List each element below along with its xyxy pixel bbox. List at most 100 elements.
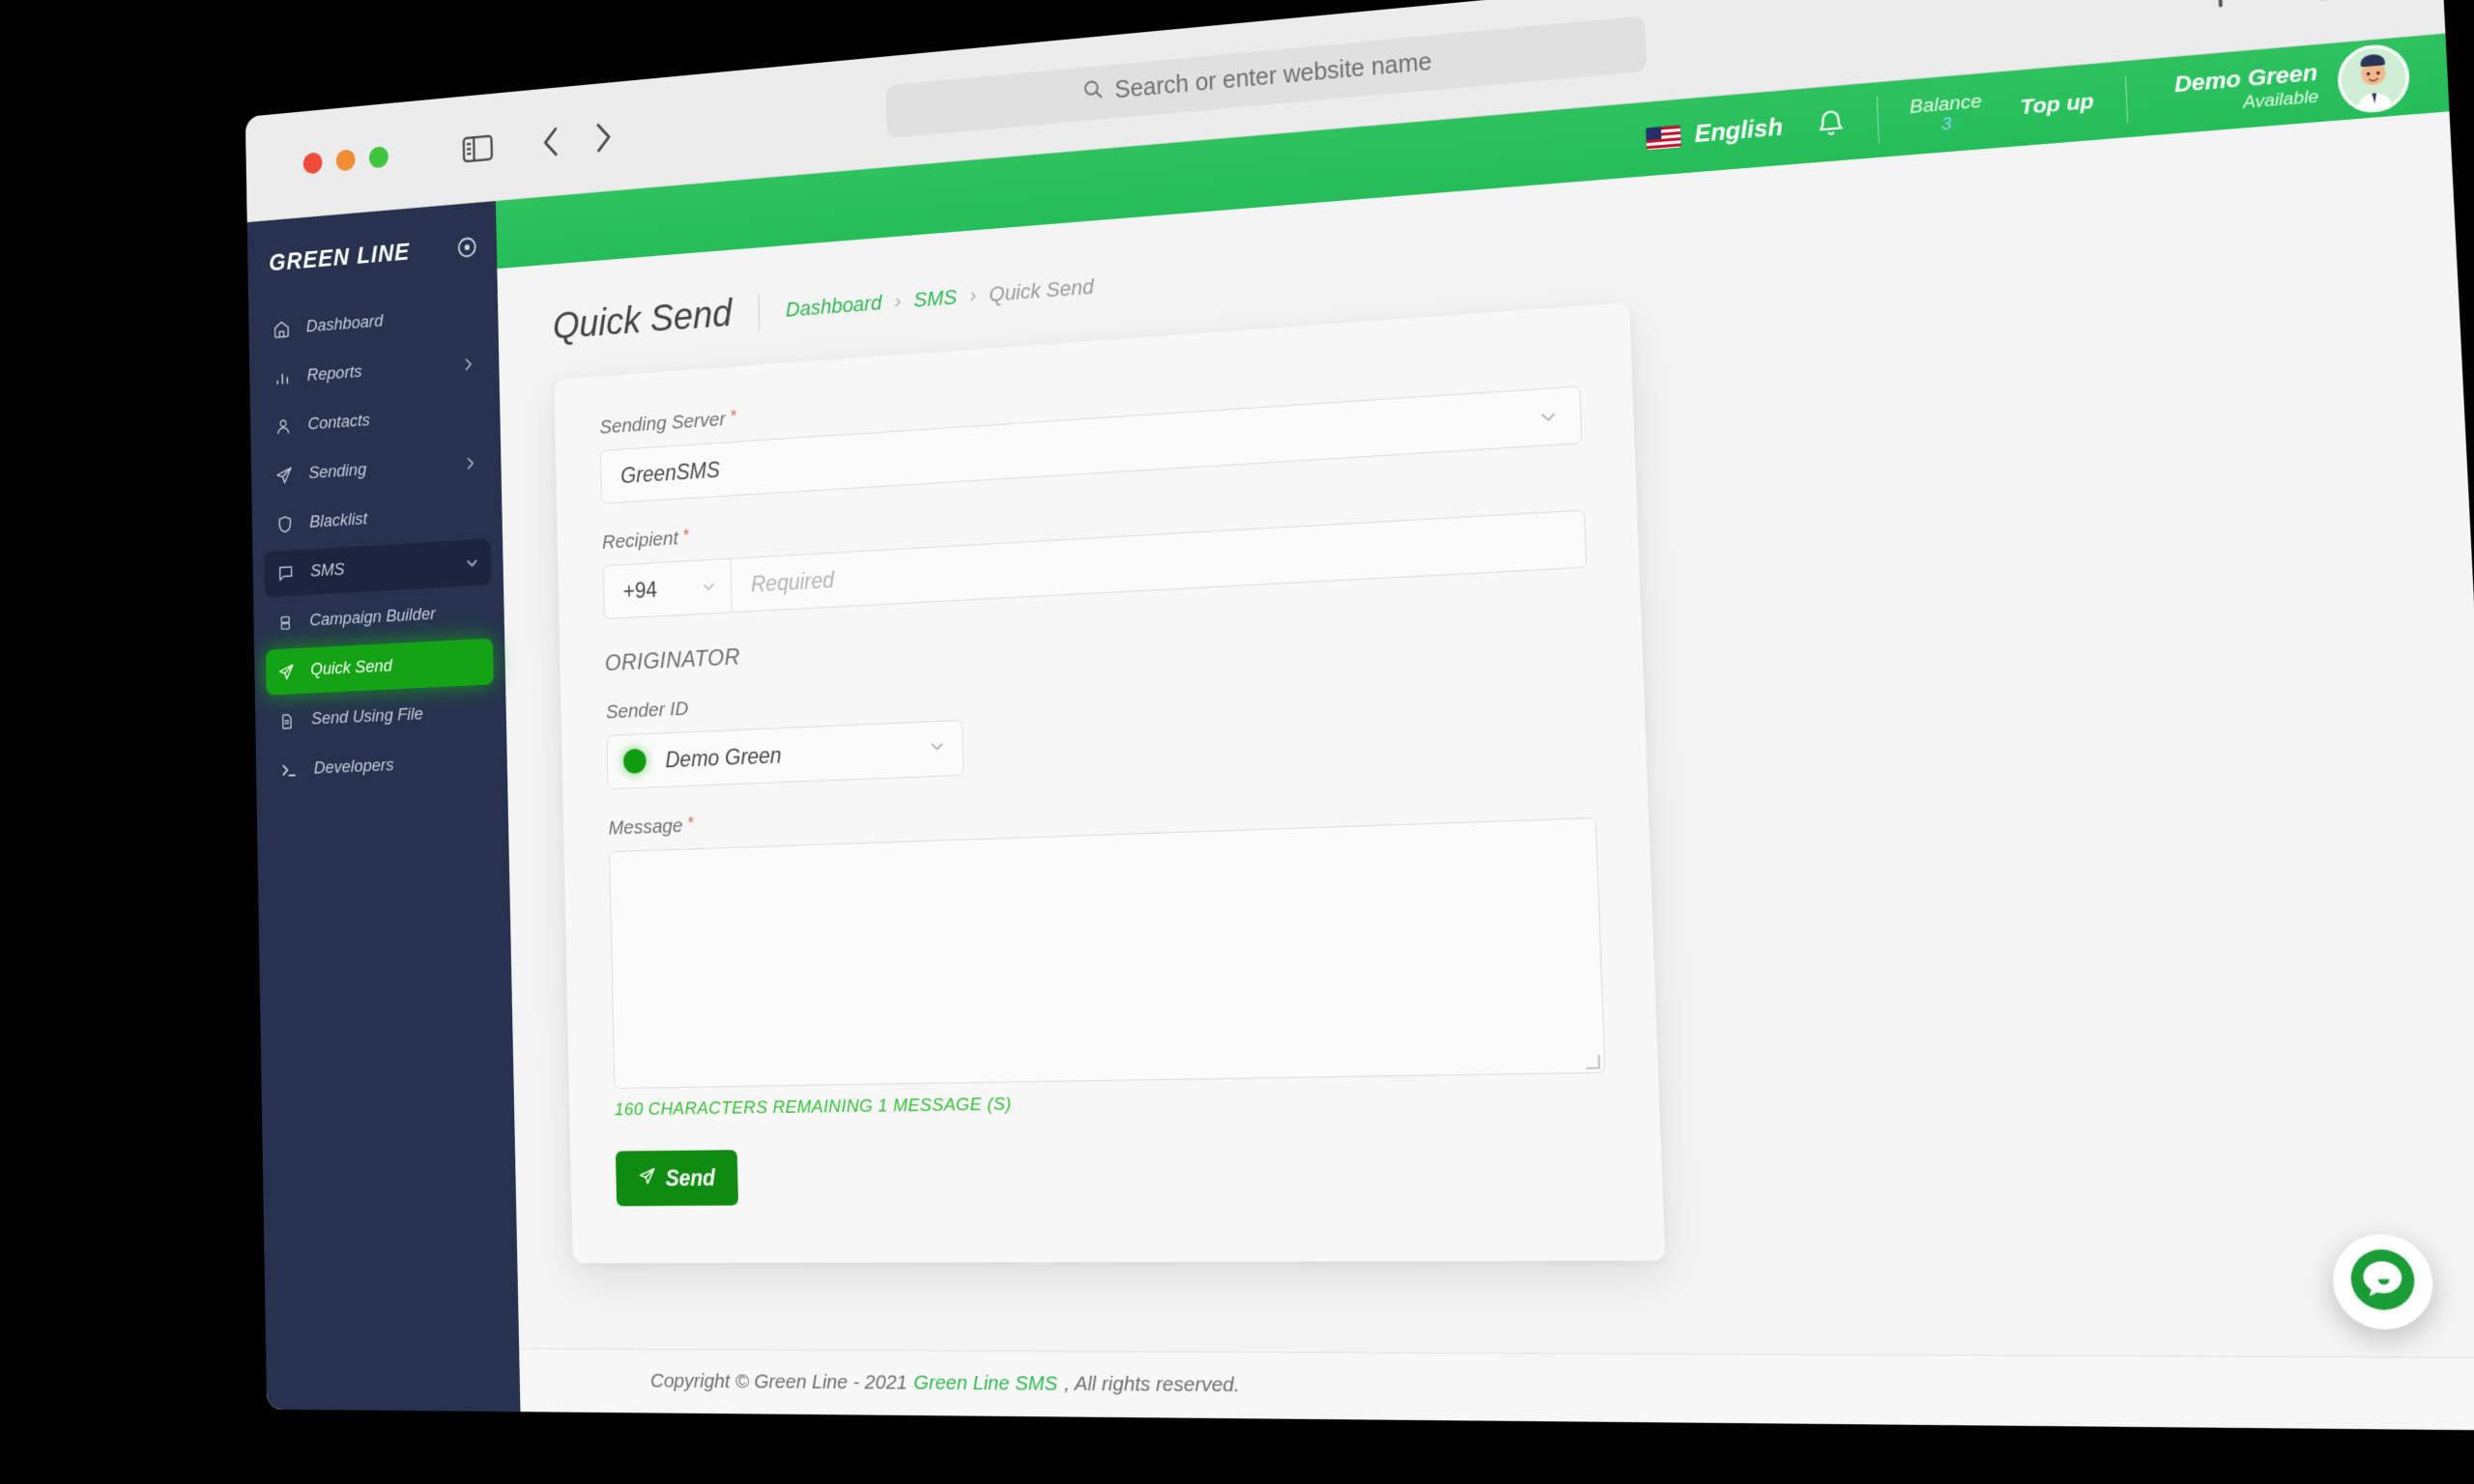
recipient-placeholder: Required <box>750 566 835 597</box>
avatar[interactable] <box>2336 42 2411 116</box>
message-textarea[interactable] <box>609 817 1606 1089</box>
sidebar-item-label: Developers <box>313 755 394 779</box>
footer-link[interactable]: Green Line SMS <box>913 1372 1057 1396</box>
sidebar-item-sms[interactable]: SMS <box>264 538 492 598</box>
breadcrumb-separator: › <box>894 288 902 313</box>
sending-server-value: GreenSMS <box>619 456 721 488</box>
home-icon <box>272 319 292 340</box>
balance-indicator[interactable]: Balance 3 <box>1910 91 1983 136</box>
search-icon <box>1082 78 1104 108</box>
footer-rights: , All rights reserved. <box>1063 1372 1241 1397</box>
label-text: Recipient <box>601 527 679 554</box>
sender-id-select[interactable]: Demo Green <box>606 719 964 790</box>
breadcrumb: Dashboard › SMS › Quick Send <box>786 274 1094 323</box>
country-code-select[interactable]: +94 <box>602 557 732 620</box>
sidebar-item-developers[interactable]: Developers <box>268 738 496 793</box>
chevron-down-icon <box>701 578 717 595</box>
message-field: Message * 160 CHARACTERS REMAINING 1 MES… <box>608 781 1606 1121</box>
required-marker: * <box>686 813 694 833</box>
sidebar-item-quick-send[interactable]: Quick Send <box>265 638 494 696</box>
language-label: English <box>1693 113 1784 149</box>
sidebar-item-send-using-file[interactable]: Send Using File <box>267 688 495 744</box>
file-icon <box>276 712 297 730</box>
label-text: Message <box>608 814 683 840</box>
sidebar-item-label: Dashboard <box>305 311 384 337</box>
sidebar-item-label: Reports <box>306 361 362 385</box>
sidebar-toggle-icon[interactable] <box>458 126 498 171</box>
plus-icon[interactable] <box>2194 0 2246 17</box>
required-marker: * <box>730 406 736 426</box>
close-window-button[interactable] <box>302 152 323 175</box>
label-text: Sending Server <box>599 408 727 439</box>
breadcrumb-item-sms[interactable]: SMS <box>913 284 957 312</box>
send-button-label: Send <box>665 1164 716 1190</box>
sidebar-item-label: SMS <box>310 559 345 582</box>
sidebar-item-campaign-builder[interactable]: Campaign Builder <box>265 588 493 646</box>
breadcrumb-item-current: Quick Send <box>989 273 1095 306</box>
chevron-right-icon[interactable] <box>584 114 624 159</box>
main-area: English Balance 3 Top up Demo Green Avai… <box>495 33 2474 1431</box>
sidebar-item-label: Sending <box>308 460 367 483</box>
chevron-down-icon <box>1539 406 1559 427</box>
brand-title: GREEN LINE <box>269 237 411 276</box>
quick-send-card: Sending Server * GreenSMS Recipient * +9… <box>554 302 1666 1264</box>
chevron-right-icon <box>464 456 477 471</box>
breadcrumb-separator: › <box>968 282 977 307</box>
tab-overview-icon[interactable] <box>2296 0 2349 8</box>
sidebar-item-label: Quick Send <box>310 656 392 680</box>
window-controls[interactable] <box>302 146 388 175</box>
paper-plane-icon <box>638 1165 657 1191</box>
breadcrumb-item-dashboard[interactable]: Dashboard <box>786 290 882 322</box>
sidebar-item-blacklist[interactable]: Blacklist <box>263 489 490 549</box>
sidebar-nav: Dashboard Reports Contacts Sending Black… <box>248 286 507 794</box>
footer: Copyright © Green Line - 2021 Green Line… <box>519 1348 2474 1431</box>
layers-icon <box>274 614 295 632</box>
chevron-down-icon <box>929 737 947 761</box>
country-code-value: +94 <box>622 577 658 604</box>
sender-id-value: Demo Green <box>665 742 782 772</box>
screenshot-stage: Search or enter website name GREEN LINE <box>0 0 2474 1484</box>
chevron-down-icon <box>465 555 479 571</box>
label-text: Sender ID <box>605 698 689 724</box>
divider <box>2124 75 2129 124</box>
minimize-window-button[interactable] <box>335 149 356 172</box>
language-selector[interactable]: English <box>1645 113 1784 154</box>
divider <box>1877 96 1881 144</box>
sidebar-item-label: Contacts <box>307 411 370 435</box>
page-content: Quick Send Dashboard › SMS › Quick Send <box>497 111 2474 1356</box>
us-flag-icon <box>1645 125 1682 151</box>
account-text: Demo Green Available <box>2173 59 2319 119</box>
browser-window: Search or enter website name GREEN LINE <box>245 0 2474 1431</box>
target-circle-icon[interactable] <box>456 234 478 259</box>
sidebar-item-label: Campaign Builder <box>309 604 436 631</box>
send-button[interactable]: Send <box>615 1150 739 1207</box>
top-up-button[interactable]: Top up <box>2020 90 2094 121</box>
recipient-field: Recipient * +94 Required <box>601 473 1588 620</box>
divider <box>758 293 761 331</box>
user-icon <box>273 416 294 438</box>
maximize-window-button[interactable] <box>368 146 388 169</box>
sidebar-item-label: Blacklist <box>309 509 368 532</box>
sending-server-field: Sending Server * GreenSMS <box>599 350 1583 504</box>
bell-icon[interactable] <box>1815 107 1847 140</box>
application-root: GREEN LINE Dashboard Reports Contacts Se… <box>246 33 2474 1431</box>
footer-copyright: Copyright © Green Line - 2021 <box>649 1369 908 1394</box>
paper-plane-icon <box>274 465 295 486</box>
terminal-icon <box>279 759 300 781</box>
sidebar: GREEN LINE Dashboard Reports Contacts Se… <box>246 201 521 1413</box>
address-bar-placeholder: Search or enter website name <box>1114 47 1433 104</box>
message-square-icon <box>275 563 296 585</box>
chevron-right-icon <box>462 357 475 372</box>
chevron-left-icon[interactable] <box>531 119 570 164</box>
required-marker: * <box>682 526 689 546</box>
chrome-right-actions <box>2194 0 2405 17</box>
navigation-buttons[interactable] <box>531 114 624 164</box>
chat-bubble-icon <box>2346 1245 2420 1318</box>
status-dot-icon <box>622 748 647 774</box>
shield-icon <box>274 514 295 535</box>
paper-plane-icon <box>275 662 296 682</box>
account-menu[interactable]: Demo Green Available <box>2173 42 2411 128</box>
page-title: Quick Send <box>552 293 733 348</box>
sender-id-field: Sender ID Demo Green <box>605 656 1594 790</box>
character-counter: 160 CHARACTERS REMAINING 1 MESSAGE (S) <box>614 1094 1013 1121</box>
